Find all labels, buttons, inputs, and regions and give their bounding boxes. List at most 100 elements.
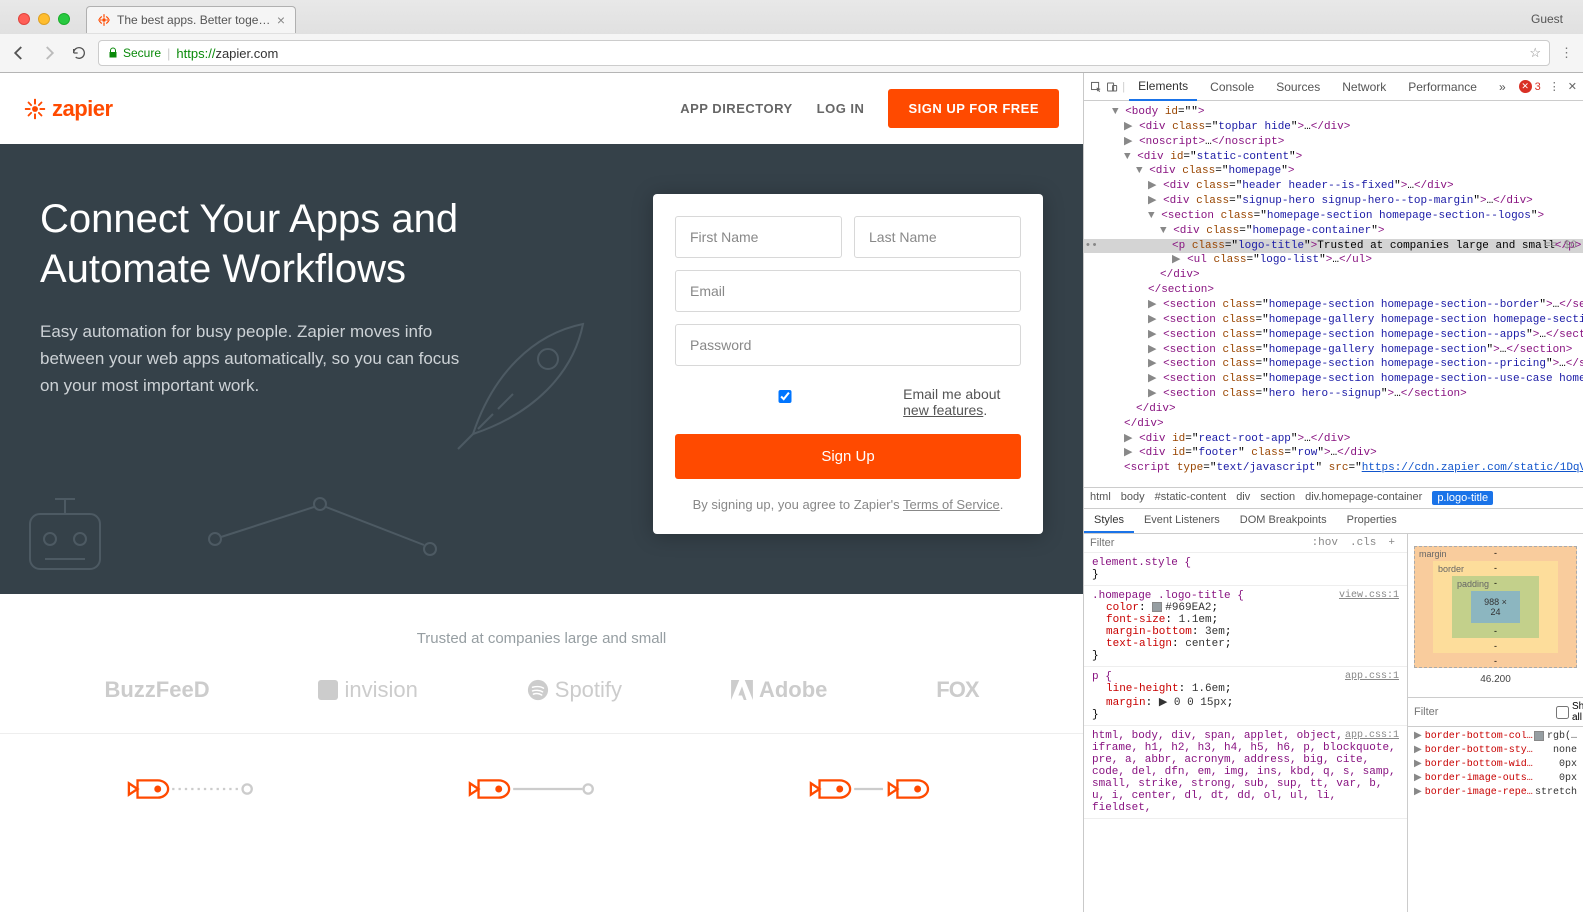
last-name-input[interactable] <box>854 216 1021 258</box>
hero-subhead: Easy automation for busy people. Zapier … <box>40 318 480 400</box>
close-window-button[interactable] <box>18 13 30 25</box>
dom-node[interactable]: ▼ <body id=""> <box>1084 105 1583 120</box>
dom-node[interactable]: </div> <box>1084 268 1583 283</box>
forward-button[interactable] <box>40 44 58 62</box>
computed-property[interactable]: ▶border-image-outs…0px <box>1408 771 1583 785</box>
company-logo-invision: invision <box>318 677 417 703</box>
dom-node[interactable]: ▶ <section class="homepage-section homep… <box>1084 372 1583 387</box>
device-toolbar-icon[interactable] <box>1106 79 1118 95</box>
hov-toggle[interactable]: :hov <box>1312 537 1338 549</box>
tos-link[interactable]: Terms of Service <box>903 497 1000 512</box>
trusted-section: Trusted at companies large and small Buz… <box>0 594 1083 733</box>
dom-node[interactable]: ▶ <section class="homepage-gallery homep… <box>1084 343 1583 358</box>
dom-node[interactable]: <script type="text/javascript" src="http… <box>1084 461 1583 476</box>
dom-node[interactable]: ▶ <section class="homepage-section homep… <box>1084 357 1583 372</box>
error-badge[interactable]: ✕3 <box>1519 80 1541 93</box>
email-input[interactable] <box>675 270 1021 312</box>
devtools-tabs-more[interactable]: » <box>1490 74 1515 100</box>
bookmark-icon[interactable]: ☆ <box>1529 45 1541 61</box>
dom-node[interactable]: </section> <box>1084 283 1583 298</box>
reload-button[interactable] <box>70 44 88 62</box>
breadcrumb-item[interactable]: #static-content <box>1155 491 1227 505</box>
breadcrumb-item[interactable]: html <box>1090 491 1111 505</box>
dom-node[interactable]: </div> <box>1084 417 1583 432</box>
devtools-tabbar: | ElementsConsoleSourcesNetworkPerforman… <box>1084 73 1583 101</box>
hero-section: Connect Your Apps and Automate Workflows… <box>0 144 1083 594</box>
dom-node[interactable]: ▶ <section class="homepage-gallery homep… <box>1084 313 1583 328</box>
dom-node[interactable]: ▼ <div class="homepage-container"> <box>1084 224 1583 239</box>
lock-icon <box>107 47 119 59</box>
password-input[interactable] <box>675 324 1021 366</box>
nav-app-directory[interactable]: APP DIRECTORY <box>680 101 792 116</box>
dom-node[interactable]: ▶ <div id="footer" class="row">…</div> <box>1084 446 1583 461</box>
email-features-checkbox[interactable] <box>675 390 895 403</box>
dom-node[interactable]: ▶ <div class="header header--is-fixed">…… <box>1084 179 1583 194</box>
dom-node[interactable]: ▶ <div class="signup-hero signup-hero--t… <box>1084 194 1583 209</box>
nav-signup-button[interactable]: SIGN UP FOR FREE <box>888 89 1059 128</box>
browser-chrome: The best apps. Better togethe × Guest Se… <box>0 0 1583 73</box>
devtools-tab-network[interactable]: Network <box>1333 74 1395 100</box>
cls-toggle[interactable]: .cls <box>1350 537 1376 549</box>
devtools-tab-console[interactable]: Console <box>1201 74 1263 100</box>
menu-button[interactable]: ⋮ <box>1560 45 1573 61</box>
styles-tab-event-listeners[interactable]: Event Listeners <box>1134 509 1230 533</box>
border-section <box>0 733 1083 814</box>
devtools-tab-elements[interactable]: Elements <box>1129 73 1197 101</box>
computed-property[interactable]: ▶border-bottom-col…rgb(… <box>1408 729 1583 743</box>
rocket-connector-icon <box>467 764 617 814</box>
minimize-window-button[interactable] <box>38 13 50 25</box>
devtools-close-icon[interactable]: ✕ <box>1568 80 1577 93</box>
computed-property[interactable]: ▶border-bottom-sty…none <box>1408 743 1583 757</box>
dom-node[interactable]: ▶ <section class="homepage-section homep… <box>1084 298 1583 313</box>
signup-submit-button[interactable]: Sign Up <box>675 434 1021 479</box>
company-logo-fox: FOX <box>936 677 978 703</box>
address-bar[interactable]: Secure | https://zapier.com ☆ <box>98 40 1550 66</box>
brand-logo[interactable]: zapier <box>24 96 113 122</box>
dom-node[interactable]: •••<p class="logo-title">Trusted at comp… <box>1084 239 1583 254</box>
elements-tree[interactable]: ▼ <body id="">▶ <div class="topbar hide"… <box>1084 101 1583 487</box>
back-button[interactable] <box>10 44 28 62</box>
profile-label[interactable]: Guest <box>1531 12 1575 26</box>
dom-node[interactable]: ▶ <section class="homepage-section homep… <box>1084 328 1583 343</box>
breadcrumb-item[interactable]: div <box>1236 491 1250 505</box>
first-name-input[interactable] <box>675 216 842 258</box>
new-features-link[interactable]: new features <box>903 402 983 418</box>
nav-login[interactable]: LOG IN <box>817 101 865 116</box>
add-rule-button[interactable]: + <box>1388 537 1395 549</box>
computed-filter-input[interactable] <box>1414 706 1556 718</box>
maximize-window-button[interactable] <box>58 13 70 25</box>
dom-node[interactable]: ▼ <div id="static-content"> <box>1084 150 1583 165</box>
breadcrumb-item[interactable]: section <box>1260 491 1295 505</box>
show-all-checkbox[interactable] <box>1556 706 1569 719</box>
computed-property[interactable]: ▶border-bottom-wid…0px <box>1408 757 1583 771</box>
computed-property[interactable]: ▶border-image-repe…stretch <box>1408 785 1583 799</box>
devtools-tab-sources[interactable]: Sources <box>1267 74 1329 100</box>
breadcrumb-item[interactable]: body <box>1121 491 1145 505</box>
elements-breadcrumb[interactable]: html body #static-content div section div.hom… <box>1084 487 1583 508</box>
box-model[interactable]: margin- border- padding- 988 × 24 - - - … <box>1408 534 1583 698</box>
devtools-tab-performance[interactable]: Performance <box>1399 74 1486 100</box>
breadcrumb-item[interactable]: div.homepage-container <box>1305 491 1422 505</box>
inspect-element-icon[interactable] <box>1090 79 1102 95</box>
dom-node[interactable]: ▼ <div class="homepage"> <box>1084 164 1583 179</box>
dom-node[interactable]: ▼ <section class="homepage-section homep… <box>1084 209 1583 224</box>
dom-node[interactable]: ▶ <noscript>…</noscript> <box>1084 135 1583 150</box>
styles-pane[interactable]: :hov .cls + element.style {} view.css:1.… <box>1084 534 1408 912</box>
dom-node[interactable]: ▶ <ul class="logo-list">…</ul> <box>1084 253 1583 268</box>
breadcrumb-item[interactable]: p.logo-title <box>1432 491 1493 505</box>
dom-node[interactable]: ▶ <div id="react-root-app">…</div> <box>1084 432 1583 447</box>
window-controls <box>8 13 80 25</box>
tab-close-button[interactable]: × <box>277 12 285 28</box>
dom-node[interactable]: </div> <box>1084 402 1583 417</box>
computed-list[interactable]: ▶border-bottom-col…rgb(…▶border-bottom-s… <box>1408 727 1583 912</box>
dom-node[interactable]: ▶ <section class="hero hero--signup">…</… <box>1084 387 1583 402</box>
tab-title: The best apps. Better togethe <box>117 13 271 27</box>
styles-tab-dom-breakpoints[interactable]: DOM Breakpoints <box>1230 509 1337 533</box>
styles-filter-input[interactable] <box>1090 537 1306 549</box>
signup-card: Email me about new features. Sign Up By … <box>653 194 1043 534</box>
devtools-settings-icon[interactable]: ⋮ <box>1549 80 1560 93</box>
styles-tab-styles[interactable]: Styles <box>1084 509 1134 533</box>
styles-tab-properties[interactable]: Properties <box>1337 509 1407 533</box>
browser-tab[interactable]: The best apps. Better togethe × <box>86 6 296 33</box>
dom-node[interactable]: ▶ <div class="topbar hide">…</div> <box>1084 120 1583 135</box>
